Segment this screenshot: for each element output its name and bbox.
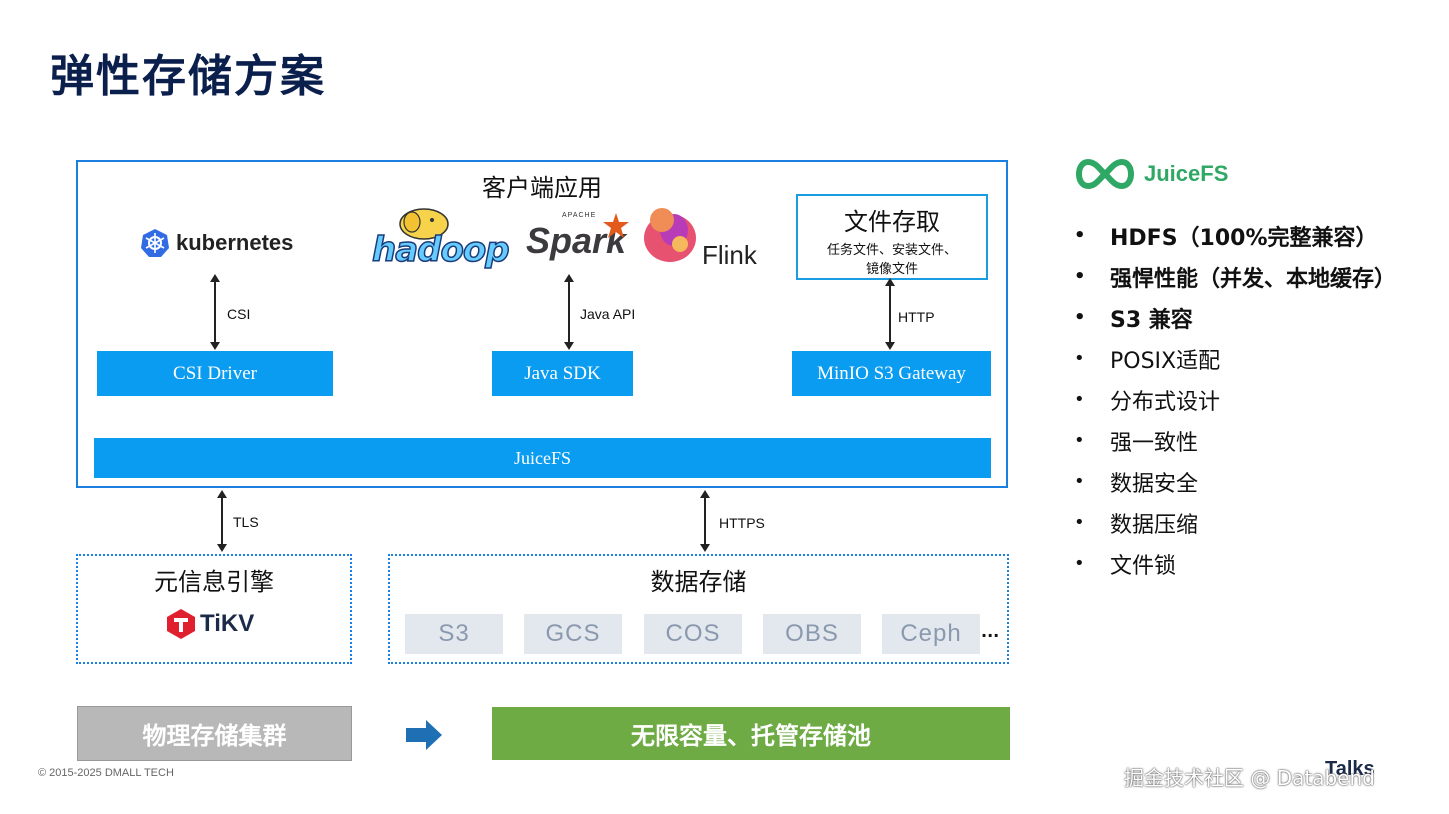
feature-item: • 文件锁 [1074, 553, 1177, 579]
juicefs-bar: JuiceFS [94, 438, 991, 478]
java-api-arrow [564, 274, 574, 350]
tikv-text: TiKV [200, 610, 255, 637]
physical-cluster-box: 物理存储集群 [77, 706, 352, 761]
minio-gateway-box: MinIO S3 Gateway [792, 351, 991, 396]
file-access-title: 文件存取 [844, 208, 940, 236]
hadoop-text: hadoop [371, 229, 510, 271]
storage-s3: S3 [405, 614, 503, 654]
feature-item: • 数据安全 [1074, 471, 1199, 497]
https-arrow [700, 490, 710, 552]
csi-driver-box: CSI Driver [97, 351, 333, 396]
watermark: 掘金技术社区 @ Databend [1124, 766, 1375, 790]
spark-logo: APACHE Spark [526, 212, 636, 268]
feature-item: • 分布式设计 [1074, 389, 1221, 415]
feature-list: • HDFS（100%完整兼容） • 强悍性能（并发、本地缓存） • S3 兼容 • P… [1074, 215, 1396, 584]
kubernetes-icon [141, 229, 169, 257]
juicefs-logo-text: JuiceFS [1144, 161, 1229, 186]
feature-item: • 强悍性能（并发、本地缓存） [1074, 266, 1397, 292]
tikv-icon [167, 609, 195, 639]
kubernetes-logo: kubernetes [140, 228, 293, 258]
tls-arrow [217, 490, 227, 552]
storage-pool-box: 无限容量、托管存储池 [492, 707, 1010, 760]
file-access-box: 文件存取 任务文件、安装文件、 镜像文件 [796, 194, 988, 280]
flink-squirrel-icon [644, 208, 696, 262]
feature-item: • 强一致性 [1074, 430, 1199, 456]
feature-item: • POSIX适配 [1074, 348, 1221, 374]
tls-label: TLS [233, 514, 259, 530]
storage-more: ... [981, 622, 1000, 641]
right-arrow-icon [406, 720, 442, 750]
data-storage-title: 数据存储 [650, 568, 747, 596]
storage-cos: COS [644, 614, 742, 654]
flink-logo: Flink [640, 200, 770, 270]
page-title: 弹性存储方案 [50, 51, 326, 102]
flink-text: Flink [702, 240, 757, 270]
java-api-label: Java API [580, 306, 636, 322]
spark-apache-text: APACHE [562, 212, 597, 219]
feature-item: • S3 兼容 [1074, 307, 1193, 333]
java-sdk-box: Java SDK [492, 351, 633, 396]
juicefs-logo: JuiceFS [1072, 158, 1228, 190]
https-label: HTTPS [719, 515, 765, 531]
file-access-line1: 任务文件、安装文件、 [826, 243, 957, 258]
feature-item: • HDFS（100%完整兼容） [1074, 225, 1378, 251]
csi-label: CSI [227, 306, 251, 322]
csi-arrow [210, 274, 220, 350]
spark-star-icon [603, 213, 629, 238]
file-access-line2: 镜像文件 [865, 262, 918, 277]
hadoop-logo: hadoop [371, 206, 512, 271]
feature-item: • 数据压缩 [1074, 512, 1199, 538]
storage-ceph: Ceph [882, 614, 980, 654]
storage-gcs: GCS [524, 614, 622, 654]
meta-engine-title: 元信息引擎 [154, 568, 274, 596]
juicefs-infinity-icon [1076, 158, 1134, 190]
http-label: HTTP [898, 309, 935, 325]
kubernetes-text: kubernetes [176, 230, 294, 255]
http-arrow [885, 278, 895, 350]
tikv-logo: TiKV [166, 608, 254, 640]
storage-obs: OBS [763, 614, 861, 654]
copyright: © 2015-2025 DMALL TECH [38, 767, 174, 779]
